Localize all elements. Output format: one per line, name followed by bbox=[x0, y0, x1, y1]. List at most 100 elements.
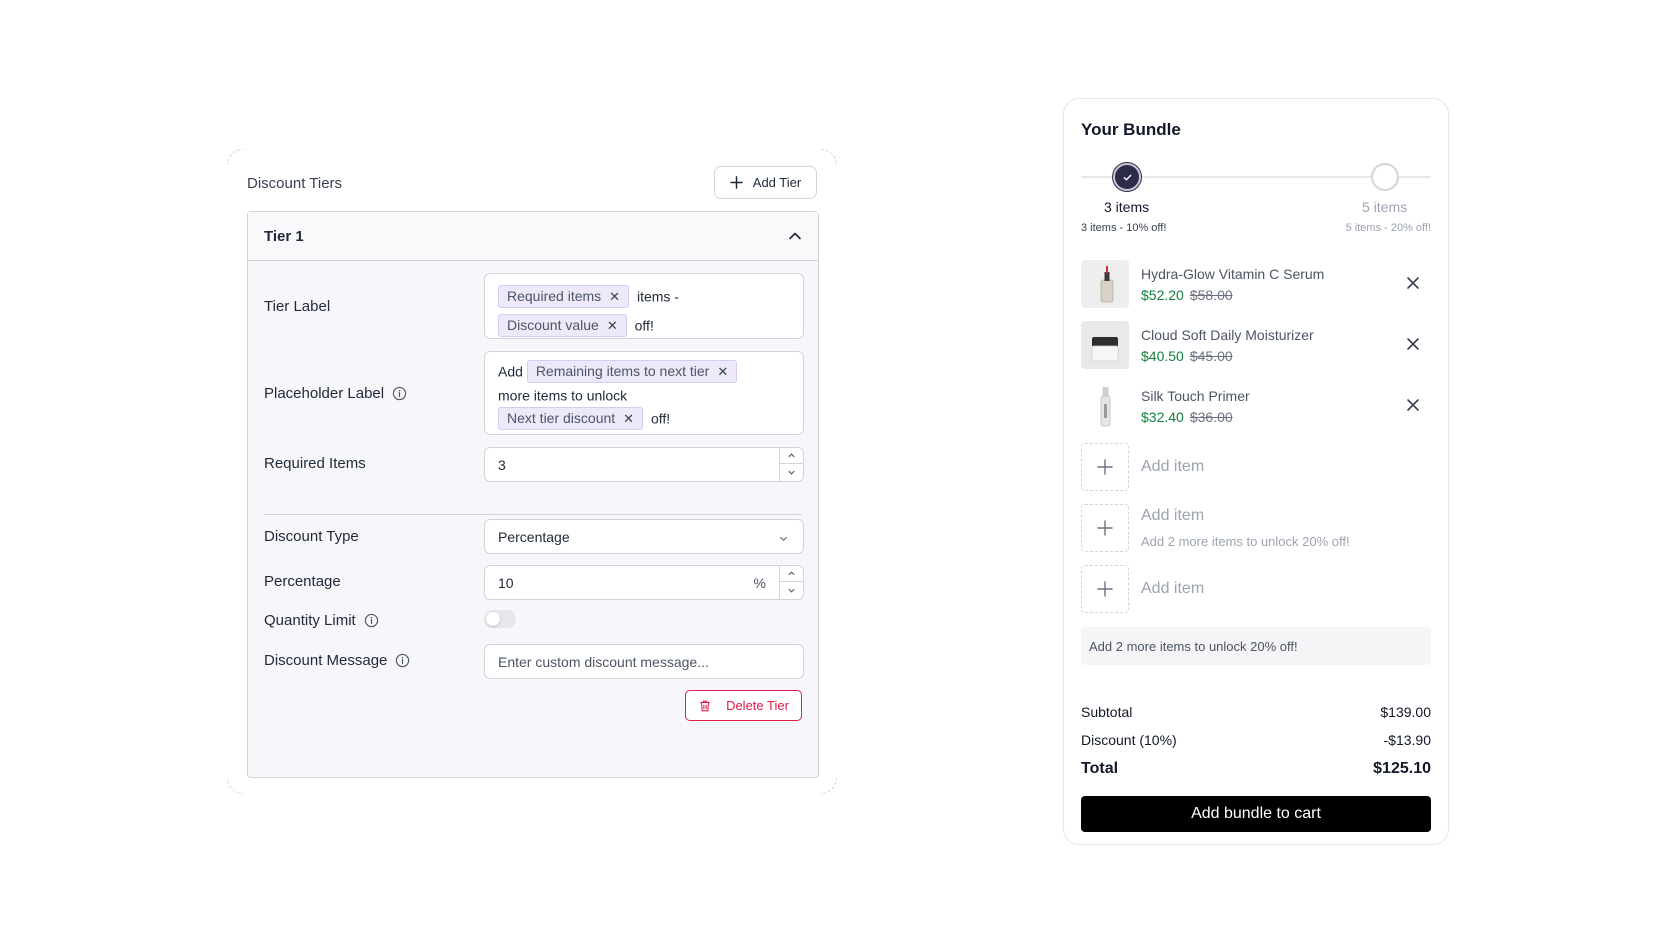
quantity-limit-text: Quantity Limit bbox=[264, 612, 356, 629]
required-items-stepper bbox=[779, 448, 803, 481]
price-original: $36.00 bbox=[1189, 409, 1233, 425]
price-original: $58.00 bbox=[1189, 287, 1233, 303]
discount-type-value: Percentage bbox=[498, 529, 570, 545]
stepper-up-button[interactable] bbox=[780, 566, 803, 582]
product-image-primer bbox=[1081, 382, 1129, 430]
chip-label: Remaining items to next tier bbox=[535, 362, 710, 379]
tier-header[interactable]: Tier 1 bbox=[248, 212, 818, 261]
placeholder-label-text: Placeholder Label bbox=[264, 385, 385, 402]
price-original: $45.00 bbox=[1189, 348, 1233, 364]
step-marker-complete bbox=[1113, 163, 1141, 191]
tier-label-label: Tier Label bbox=[264, 298, 330, 315]
chip-remove-icon[interactable]: ✕ bbox=[609, 285, 620, 308]
total-value: $125.10 bbox=[1373, 760, 1431, 777]
plus-icon bbox=[1097, 459, 1113, 475]
chevron-up-icon bbox=[788, 453, 795, 458]
chip-next-tier-discount: Next tier discount ✕ bbox=[498, 406, 644, 430]
percentage-label: Percentage bbox=[264, 573, 341, 590]
subtotal-row: Subtotal $139.00 bbox=[1081, 704, 1431, 720]
chip-required-items: Required items ✕ bbox=[498, 284, 630, 308]
add-item-hint: Add 2 more items to unlock 20% off! bbox=[1141, 534, 1350, 549]
step-sublabel: 5 items - 20% off! bbox=[1345, 222, 1431, 234]
stepper-down-button[interactable] bbox=[780, 464, 803, 480]
delete-tier-button[interactable]: Delete Tier bbox=[685, 690, 802, 721]
subtotal-label: Subtotal bbox=[1081, 704, 1133, 720]
discount-label: Discount (10%) bbox=[1081, 732, 1177, 748]
add-tier-button[interactable]: Add Tier bbox=[714, 166, 817, 199]
percentage-unit: % bbox=[753, 575, 766, 591]
plus-icon bbox=[1097, 581, 1113, 597]
required-items-value: 3 bbox=[498, 457, 506, 473]
panel-corner bbox=[227, 778, 243, 794]
add-item-slot[interactable]: Add item bbox=[1081, 443, 1431, 491]
chevron-down-icon bbox=[788, 588, 795, 593]
chip-remove-icon[interactable]: ✕ bbox=[717, 360, 728, 383]
tier-label-field[interactable]: Required items ✕ items - Discount value ✕ … bbox=[484, 273, 804, 339]
subtotal-value: $139.00 bbox=[1380, 704, 1431, 720]
add-item-box bbox=[1081, 565, 1129, 613]
quantity-limit-toggle[interactable] bbox=[484, 610, 516, 628]
product-image-moisturizer bbox=[1081, 321, 1129, 369]
delete-tier-label: Delete Tier bbox=[726, 698, 789, 713]
add-bundle-to-cart-button[interactable]: Add bundle to cart bbox=[1081, 796, 1431, 832]
trash-icon bbox=[700, 700, 710, 711]
chevron-up-icon[interactable] bbox=[788, 229, 802, 243]
add-item-label: Add item bbox=[1141, 507, 1205, 524]
add-item-slot[interactable]: Add item bbox=[1081, 565, 1431, 613]
chip-remaining-items: Remaining items to next tier ✕ bbox=[526, 359, 738, 383]
info-icon[interactable] bbox=[395, 653, 410, 668]
chevron-down-icon bbox=[779, 536, 788, 542]
item-name: Cloud Soft Daily Moisturizer bbox=[1141, 327, 1314, 343]
stepper-down-button[interactable] bbox=[780, 582, 803, 598]
bundle-title: Your Bundle bbox=[1081, 120, 1181, 139]
close-icon[interactable] bbox=[1405, 336, 1421, 352]
toggle-knob bbox=[486, 612, 500, 626]
add-item-box bbox=[1081, 443, 1129, 491]
check-icon bbox=[1123, 174, 1131, 180]
tier-label-text-off: off! bbox=[634, 317, 654, 334]
product-image-serum bbox=[1081, 260, 1129, 308]
discount-type-select[interactable]: Percentage bbox=[484, 519, 804, 554]
required-items-input[interactable]: 3 bbox=[484, 447, 804, 482]
bundle-item: Hydra-Glow Vitamin C Serum $52.20 $58.00 bbox=[1081, 260, 1431, 308]
info-icon[interactable] bbox=[364, 613, 379, 628]
info-icon[interactable] bbox=[392, 386, 407, 401]
bundle-item: Cloud Soft Daily Moisturizer $40.50 $45.0… bbox=[1081, 321, 1431, 369]
placeholder-label-label: Placeholder Label bbox=[264, 385, 407, 402]
close-icon[interactable] bbox=[1405, 397, 1421, 413]
step-sublabel: 3 items - 10% off! bbox=[1081, 222, 1167, 234]
chip-label: Required items bbox=[507, 287, 602, 304]
panel-corner bbox=[821, 149, 837, 165]
step-label: 5 items bbox=[1362, 199, 1408, 215]
discount-tiers-panel: Discount Tiers Add Tier Tier 1 Tier Labe… bbox=[227, 149, 837, 794]
tier-label-text: Tier Label bbox=[264, 298, 331, 315]
total-label: Total bbox=[1081, 760, 1119, 777]
close-icon[interactable] bbox=[1405, 275, 1421, 291]
panel-corner bbox=[227, 149, 243, 165]
placeholder-label-field[interactable]: Add Remaining items to next tier ✕ more i… bbox=[484, 351, 804, 435]
placeholder-text-off: off! bbox=[650, 410, 671, 427]
stepper-up-button[interactable] bbox=[780, 448, 803, 464]
plus-icon bbox=[1097, 520, 1113, 536]
chip-label: Next tier discount bbox=[507, 409, 616, 426]
discount-type-label: Discount Type bbox=[264, 528, 359, 545]
plus-icon bbox=[729, 176, 743, 189]
tier-label-text-items: items - bbox=[636, 288, 679, 305]
add-item-slot[interactable]: Add item Add 2 more items to unlock 20% … bbox=[1081, 504, 1431, 552]
percentage-input[interactable]: 10 % bbox=[484, 565, 804, 600]
discount-message-text: Discount Message bbox=[264, 652, 388, 669]
placeholder-text-more: more items to unlock bbox=[498, 387, 628, 404]
divider bbox=[264, 514, 802, 515]
chip-remove-icon[interactable]: ✕ bbox=[607, 314, 618, 337]
item-name: Hydra-Glow Vitamin C Serum bbox=[1141, 266, 1325, 282]
total-row: Total $125.10 bbox=[1081, 760, 1431, 778]
price-current: $32.40 bbox=[1141, 409, 1184, 425]
discount-message-field bbox=[484, 644, 804, 679]
chevron-up-icon bbox=[788, 571, 795, 576]
chip-remove-icon[interactable]: ✕ bbox=[623, 407, 634, 430]
item-name: Silk Touch Primer bbox=[1141, 388, 1250, 404]
bundle-panel: Your Bundle 3 items 5 items 3 items - 10… bbox=[1063, 98, 1449, 845]
percentage-stepper bbox=[779, 566, 803, 599]
discount-message-input[interactable] bbox=[485, 645, 803, 678]
add-tier-label: Add Tier bbox=[752, 175, 802, 190]
